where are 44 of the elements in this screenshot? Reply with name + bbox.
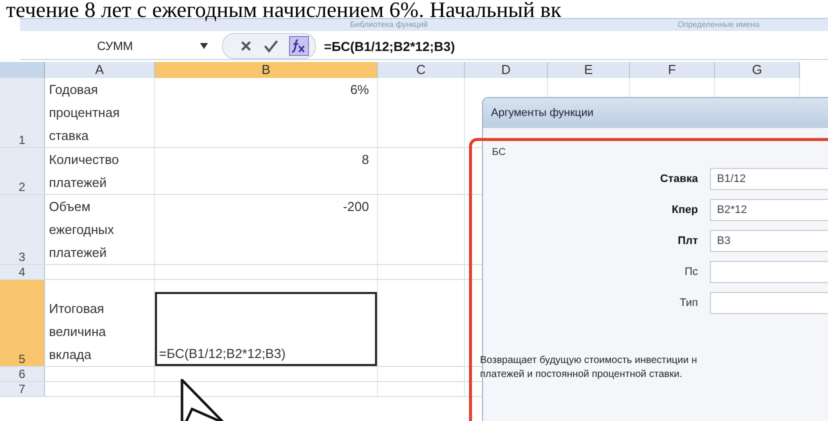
row-header[interactable]: 2 [0,148,45,194]
description-text: платежей и постоянной процентной ставки. [480,368,684,382]
argument-label: Тип [678,297,699,309]
column-header[interactable]: D [465,62,548,78]
column-header[interactable]: G [715,62,800,78]
argument-label: Ставка [659,173,699,185]
description-text: Возвращает будущую стоимость инвестиции н [480,354,698,368]
argument-label: Плт [676,235,699,247]
column-header[interactable]: C [378,62,465,78]
column-header[interactable]: B [155,62,378,78]
formula-input[interactable]: =БС(B1/12;B2*12;B3) [324,38,455,54]
cell-edit-field[interactable]: =БС(B1/12;B2*12;B3) [155,292,377,366]
dropdown-caret-icon[interactable] [200,43,208,49]
checkmark-icon[interactable] [263,39,279,53]
argument-label: Пс [684,266,699,278]
cancel-icon[interactable] [239,39,253,53]
column-header[interactable]: E [548,62,630,78]
row-header[interactable]: 1 [0,78,45,147]
argument-field[interactable]: B3 [710,230,828,252]
row-header[interactable]: 6 [0,367,45,381]
row-header[interactable]: 3 [0,195,45,264]
argument-label: Кпер [670,204,699,216]
argument-field[interactable]: B1/12 [710,168,828,190]
argument-field[interactable] [710,292,828,314]
table-cell-text: Количество платежей [49,151,120,192]
row-header[interactable]: 5 [0,280,45,366]
ribbon-group-label: Библиотека функций [349,19,428,31]
column-header[interactable]: F [630,62,715,78]
row-header[interactable]: 4 [0,265,45,279]
dialog-title: Аргументы функции [483,98,828,128]
table-cell-text: Объем ежегодных платежей [49,198,116,262]
column-header[interactable]: A [45,62,155,78]
insert-function-icon[interactable] [289,36,309,56]
function-name: БС [491,146,507,158]
argument-field[interactable] [710,261,828,283]
table-cell-text: Годовая процентная ставка [49,81,121,145]
argument-field[interactable]: B2*12 [710,199,828,221]
table-cell-text: Итоговая величина вклада [49,300,107,364]
table-cell-text: -200 [342,198,370,216]
name-box[interactable]: СУММ [20,39,170,53]
table-cell-text: 8 [362,151,370,169]
row-header[interactable]: 7 [0,382,45,396]
ribbon-group-label: Определенные имена [676,19,760,31]
table-cell-text: 6% [350,81,370,99]
